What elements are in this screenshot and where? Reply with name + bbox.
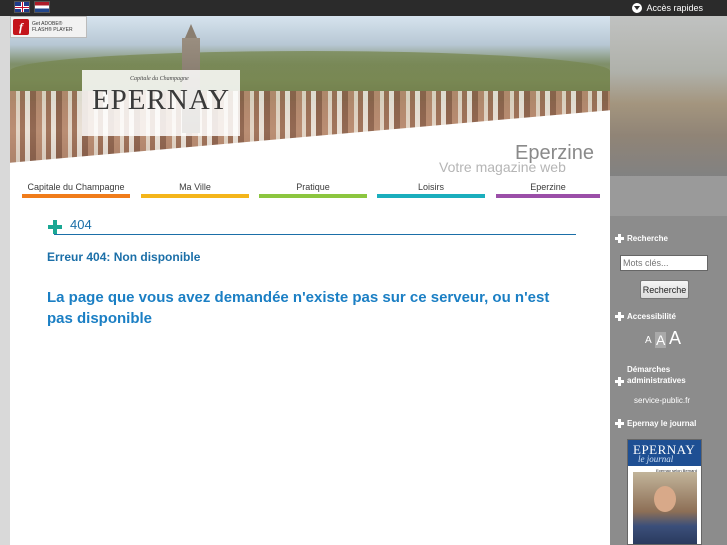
flash-line2: FLASH® PLAYER <box>32 27 73 33</box>
service-public-link[interactable]: service-public.fr <box>634 396 690 405</box>
plus-icon <box>615 377 624 386</box>
top-bar: Accès rapides <box>0 0 727 16</box>
sidebar: Recherche Recherche Accessibilité A A A … <box>610 216 727 545</box>
search-input[interactable] <box>620 255 708 271</box>
font-size-medium-button[interactable]: A <box>655 332 667 348</box>
quick-access-label: Accès rapides <box>646 3 703 13</box>
site-logo[interactable]: Capitale du Champagne EPERNAY <box>82 70 240 136</box>
plus-icon <box>615 234 624 243</box>
nav-item-capitale[interactable]: Capitale du Champagne <box>22 181 130 198</box>
chevron-down-icon <box>632 3 643 13</box>
page: f Get ADOBE® FLASH® PLAYER Capitale du C… <box>10 16 727 545</box>
accessibility-heading: Accessibilité <box>627 312 676 321</box>
nav-item-loisirs[interactable]: Loisirs <box>377 181 485 198</box>
get-flash-player-badge[interactable]: f Get ADOBE® FLASH® PLAYER <box>10 16 87 38</box>
journal-heading: Epernay le journal <box>627 419 697 428</box>
nav-label: Ma Ville <box>179 182 211 192</box>
error-title: Erreur 404: Non disponible <box>47 250 201 264</box>
nav-item-pratique[interactable]: Pratique <box>259 181 367 198</box>
error-message: La page que vous avez demandée n'existe … <box>47 289 550 327</box>
nav-label: Pratique <box>296 182 330 192</box>
title-divider <box>54 234 576 235</box>
font-size-large-button[interactable]: A <box>669 328 681 349</box>
plus-icon <box>615 312 624 321</box>
banner-right-panel <box>610 16 727 216</box>
font-size-small-button[interactable]: A <box>645 335 652 346</box>
header-banner: f Get ADOBE® FLASH® PLAYER Capitale du C… <box>10 16 610 176</box>
nav-label: Eperzine <box>530 182 566 192</box>
english-flag-icon[interactable] <box>14 1 30 13</box>
journal-cover[interactable]: EPERNAY le journal Epernay selon Bernard… <box>627 439 702 545</box>
page-title: 404 <box>70 217 92 232</box>
quick-access-toggle[interactable]: Accès rapides <box>624 0 727 16</box>
flash-player-icon: f <box>13 19 29 35</box>
nav-label: Capitale du Champagne <box>27 182 125 192</box>
search-button[interactable]: Recherche <box>640 280 689 299</box>
logo-name: EPERNAY <box>91 84 231 116</box>
nav-item-ma-ville[interactable]: Ma Ville <box>141 181 249 198</box>
demarches-heading-line2: administratives <box>627 376 686 385</box>
journal-cover-sub: le journal <box>638 454 674 464</box>
logo-subtitle: Capitale du Champagne <box>130 76 189 82</box>
dutch-flag-icon[interactable] <box>34 1 50 13</box>
plus-icon <box>48 220 62 234</box>
magazine-subtitle: Votre magazine web <box>439 159 566 175</box>
search-heading: Recherche <box>627 234 668 243</box>
nav-label: Loisirs <box>417 182 444 192</box>
plus-icon <box>615 419 624 428</box>
journal-cover-photo <box>633 472 697 544</box>
demarches-heading-line1: Démarches <box>627 365 671 374</box>
main-nav: Capitale du Champagne Ma Ville Pratique … <box>22 181 602 198</box>
nav-item-eperzine[interactable]: Eperzine <box>496 181 600 198</box>
